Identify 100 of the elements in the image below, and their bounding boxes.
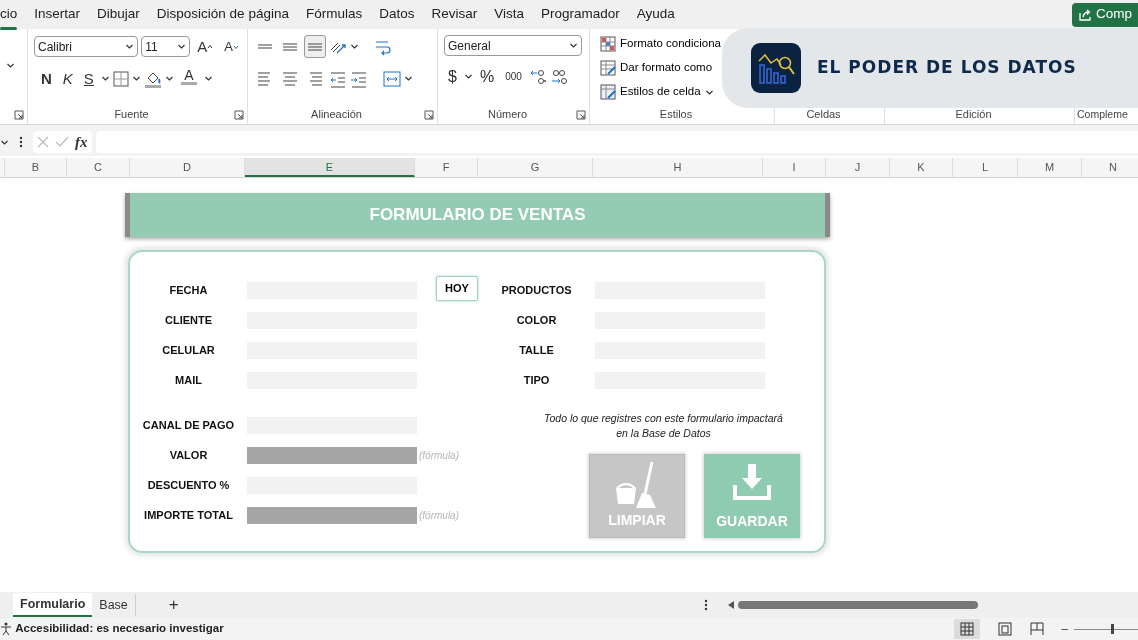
merge-cells-icon[interactable] (383, 69, 401, 88)
increase-font-button[interactable]: A (193, 35, 218, 58)
bold-button[interactable]: N (37, 67, 56, 90)
field-label: TALLE (518, 342, 555, 358)
underline-button[interactable]: S (79, 67, 98, 90)
field-label: TIPO (522, 372, 551, 388)
zoom-out-button[interactable]: – (1061, 620, 1068, 638)
caret-down-icon (233, 43, 239, 50)
column-header[interactable]: G (478, 158, 593, 177)
share-icon (1078, 7, 1092, 22)
ribbon-tab[interactable]: Vista (487, 0, 531, 29)
ribbon-tab[interactable]: cio (0, 0, 25, 29)
increase-indent-icon[interactable] (350, 69, 368, 88)
group-label: Edición (954, 107, 993, 122)
column-header[interactable]: J (826, 158, 890, 177)
field-label: IMPORTE TOTAL (143, 507, 234, 523)
page-layout-icon[interactable] (997, 622, 1012, 636)
formula-hint: (fórmula) (418, 508, 459, 523)
decrease-decimal-icon[interactable] (549, 67, 568, 86)
field-label: PRODUCTOS (500, 282, 573, 298)
field-label: COLOR (515, 312, 558, 328)
sheet-tab[interactable]: Formulario (13, 592, 93, 618)
grid-icon (959, 622, 974, 637)
ribbon-tab[interactable]: Programador (534, 0, 627, 29)
column-header[interactable]: M (1018, 158, 1082, 177)
status-text: Accesibilidad: es necesario investigar (15, 621, 224, 637)
ribbon-tab[interactable]: Datos (372, 0, 422, 29)
column-header[interactable]: F (415, 158, 478, 177)
column-header[interactable]: K (890, 158, 953, 177)
field-label: MAIL (174, 372, 203, 388)
normal-view-button[interactable] (953, 619, 980, 639)
logo-icon (751, 43, 801, 93)
conditional-formatting-icon (600, 36, 616, 52)
column-header[interactable]: B (5, 158, 67, 177)
add-sheet-button[interactable]: + (161, 590, 186, 620)
field-label: CANAL DE PAGO (141, 417, 236, 433)
italic-button[interactable]: K (58, 67, 77, 90)
group-label: Fuente (113, 107, 150, 122)
more-options-icon[interactable] (19, 136, 23, 148)
formula-hint: (fórmula) (418, 448, 459, 463)
group-label: Alineación (310, 107, 363, 122)
group-label: Número (486, 107, 529, 122)
form-title: FORMULARIO DE VENTAS (125, 193, 830, 237)
ribbon-tab[interactable]: Fórmulas (298, 0, 370, 29)
cell-styles-icon (600, 84, 616, 100)
form-note: Todo lo que registres con este formulario impactará en la Base de Datos (543, 411, 784, 441)
ribbon-tab[interactable]: Revisar (424, 0, 485, 29)
today-button[interactable]: HOY (436, 276, 478, 301)
group-label: Estilos (658, 107, 694, 122)
ribbon-tab[interactable]: Ayuda (629, 0, 682, 29)
percent-button[interactable]: % (475, 65, 499, 88)
currency-button[interactable]: $ (444, 65, 461, 88)
field-label: CLIENTE (163, 312, 214, 328)
zoom-slider-thumb[interactable] (1110, 624, 1114, 634)
lines-icon (283, 71, 297, 86)
banner-title: EL PODER DE LOS DATOS (817, 56, 1077, 80)
page-break-icon[interactable] (1029, 622, 1044, 636)
number-format-select[interactable]: General (444, 35, 582, 56)
sheet-tab[interactable]: Base (92, 593, 136, 617)
column-header[interactable]: E (245, 158, 415, 177)
dialog-launcher-icon[interactable] (14, 110, 24, 120)
download-icon (732, 461, 772, 501)
font-name-select[interactable]: Calibri (34, 36, 139, 57)
ribbon-tab[interactable]: Dibujar (90, 0, 147, 29)
dialog-launcher-icon[interactable] (234, 110, 244, 120)
lines-icon (258, 44, 272, 49)
font-color-button[interactable]: A (176, 67, 201, 90)
caret-up-icon (207, 43, 214, 50)
increase-decimal-icon[interactable] (528, 67, 547, 86)
decrease-font-button[interactable]: A (220, 35, 243, 58)
group-label: Compleme (1077, 107, 1129, 122)
thousands-button[interactable]: 000 (501, 65, 526, 88)
group-label: Celdas (805, 107, 842, 122)
enter-check-icon[interactable] (55, 136, 69, 148)
column-header[interactable]: C (67, 158, 130, 177)
lines-icon (308, 42, 322, 51)
accessibility-icon (0, 622, 12, 636)
table-format-icon (600, 60, 616, 76)
font-size-select[interactable]: 11 (141, 36, 191, 57)
decrease-indent-icon[interactable] (329, 69, 347, 88)
column-header[interactable]: I (763, 158, 826, 177)
column-header[interactable]: N (1082, 158, 1138, 177)
lines-icon (258, 71, 272, 86)
field-label: VALOR (168, 447, 209, 463)
share-button[interactable]: Comp (1072, 2, 1138, 27)
dialog-launcher-icon[interactable] (424, 110, 434, 120)
styles-menu-item[interactable]: Dar formato como (600, 59, 713, 77)
column-header[interactable]: H (593, 158, 763, 177)
field-label: CELULAR (161, 342, 216, 358)
field-label: DESCUENTO % (146, 477, 231, 493)
scroll-left-icon[interactable] (728, 601, 734, 609)
ribbon-tab[interactable]: Insertar (27, 0, 88, 29)
ribbon-tab[interactable]: Disposición de página (149, 0, 296, 29)
dialog-launcher-icon[interactable] (576, 110, 586, 120)
lines-icon (308, 71, 322, 86)
column-header[interactable]: L (953, 158, 1018, 177)
styles-menu-item[interactable]: Formato condiciona (600, 35, 721, 53)
more-options-icon[interactable] (704, 599, 708, 611)
styles-menu-item[interactable]: Estilos de celda (600, 83, 714, 101)
lines-icon (283, 42, 297, 51)
